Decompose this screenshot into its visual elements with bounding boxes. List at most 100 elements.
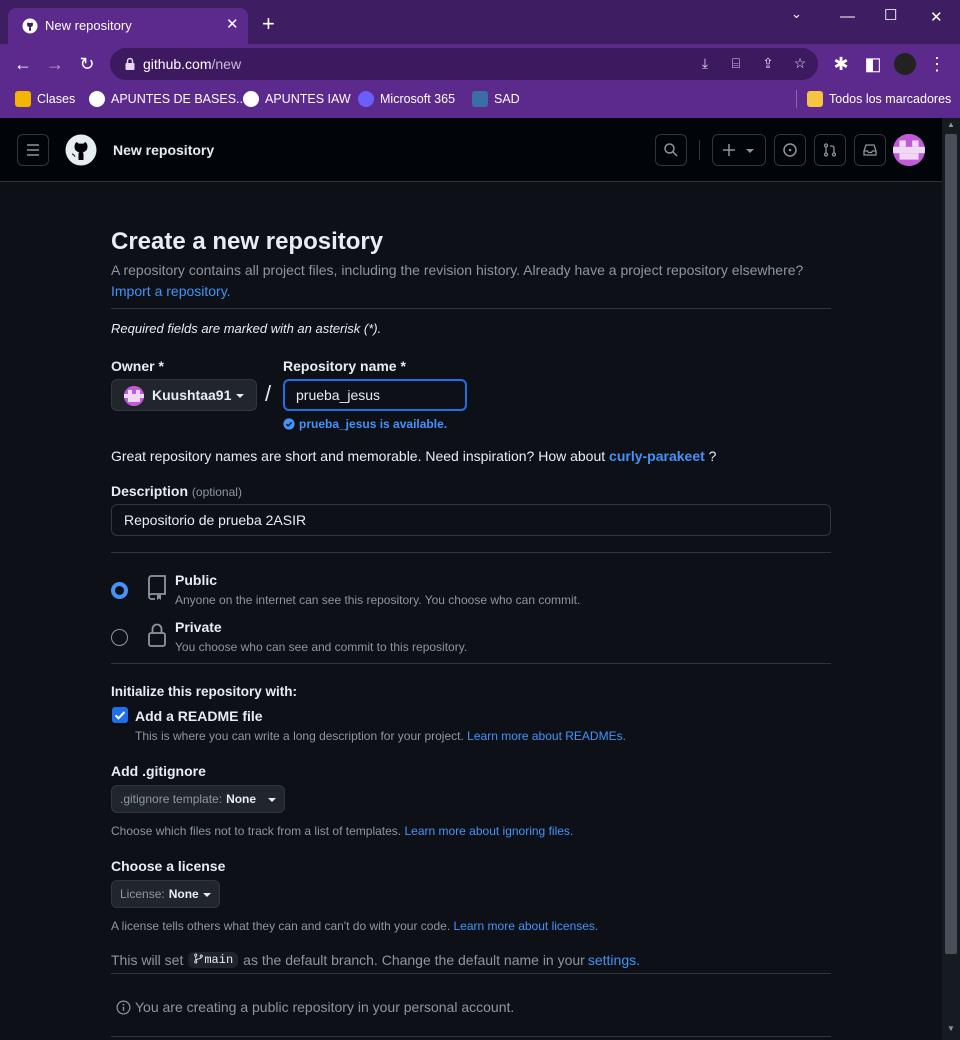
page-subtitle: A repository contains all project files,… [111, 262, 804, 278]
gitignore-learn-more-link[interactable]: Learn more about ignoring files. [404, 824, 573, 838]
gitignore-description: Choose which files not to track from a l… [111, 824, 574, 838]
menu-icon[interactable]: ⋮ [926, 53, 948, 75]
initialize-label: Initialize this repository with: [111, 684, 298, 699]
scroll-up-icon[interactable]: ▲ [946, 120, 956, 129]
bookmarks-divider [796, 90, 797, 108]
side-panel-icon[interactable]: ◧ [862, 53, 884, 75]
inbox-button[interactable] [854, 134, 886, 166]
suggestion-link[interactable]: curly-parakeet [609, 448, 705, 464]
check-circle-icon [283, 418, 295, 430]
gitignore-label: Add .gitignore [111, 763, 206, 779]
public-radio[interactable] [111, 582, 128, 599]
public-description: Anyone on the internet can see this repo… [175, 593, 581, 607]
github-icon [22, 18, 38, 34]
divider [111, 552, 831, 553]
availability-message: prueba_jesus is available. [283, 417, 447, 431]
name-suggestion: Great repository names are short and mem… [111, 448, 717, 464]
info-icon [116, 1000, 131, 1014]
description-input[interactable] [111, 504, 831, 536]
bookmark-sad[interactable]: SAD [472, 91, 520, 107]
share-icon[interactable]: ⇪ [759, 55, 777, 73]
user-avatar[interactable] [893, 134, 925, 166]
close-window-button[interactable]: ✕ [930, 8, 943, 26]
tab-title: New repository [45, 18, 132, 33]
microsoft-365-icon [358, 91, 374, 107]
readme-checkbox[interactable] [112, 707, 128, 723]
bookmark-apuntes-iaw[interactable]: APUNTES IAW [243, 91, 351, 107]
chevron-down-icon [236, 394, 244, 398]
license-description: A license tells others what they can and… [111, 919, 599, 933]
pull-request-icon [823, 143, 837, 157]
header-title: New repository [113, 142, 215, 158]
folder-icon [807, 91, 823, 107]
repo-icon [148, 575, 166, 600]
close-tab-icon[interactable]: ✕ [226, 15, 239, 33]
tab-new-repository[interactable]: New repository ✕ [8, 8, 248, 44]
license-label: Choose a license [111, 858, 226, 874]
default-branch-note: This will set main as the default branch… [111, 952, 640, 968]
description-label: Description (optional) [111, 483, 242, 499]
minimize-button[interactable]: — [840, 8, 855, 25]
page-title: Create a new repository [111, 228, 384, 255]
scrollbar-thumb[interactable] [945, 134, 957, 954]
star-icon[interactable]: ☆ [791, 55, 809, 73]
extensions-icon[interactable]: ✱ [830, 53, 852, 75]
lock-icon [125, 57, 135, 70]
owner-name: Kuushtaa91 [152, 387, 232, 403]
header-divider [699, 140, 700, 160]
identicon-icon [893, 134, 925, 166]
private-radio[interactable] [111, 629, 128, 646]
import-repository-link[interactable]: Import a repository. [111, 283, 231, 299]
forward-button[interactable]: → [44, 53, 66, 75]
bookmark-clases[interactable]: Clases [15, 91, 75, 107]
all-bookmarks[interactable]: Todos los marcadores [807, 91, 951, 107]
branch-chip: main [188, 952, 239, 968]
gitignore-template-select[interactable]: .gitignore template: None [111, 785, 285, 813]
license-select[interactable]: License: None [111, 880, 220, 908]
repository-name-input[interactable] [283, 379, 467, 411]
private-title: Private [175, 619, 222, 635]
info-note: You are creating a public repository in … [116, 999, 514, 1015]
owner-avatar [124, 386, 144, 406]
scroll-down-icon[interactable]: ▼ [946, 1024, 956, 1033]
back-button[interactable]: ← [12, 53, 34, 75]
plus-icon [723, 144, 735, 156]
profile-avatar[interactable] [894, 53, 916, 75]
create-new-button[interactable] [712, 134, 766, 166]
readme-description: This is where you can write a long descr… [135, 729, 626, 743]
scrollbar[interactable]: ▲ ▼ [942, 118, 960, 1040]
issues-button[interactable] [774, 134, 806, 166]
private-description: You choose who can see and commit to thi… [175, 640, 468, 654]
github-header: New repository [0, 118, 942, 182]
github-logo-icon[interactable] [65, 134, 97, 166]
reload-button[interactable]: ↻ [76, 53, 98, 75]
git-branch-icon [194, 953, 204, 964]
browser-chrome: New repository ✕ + ⌄ — ☐ ✕ ← → ↻ github.… [0, 0, 960, 118]
bookmark-microsoft-365[interactable]: Microsoft 365 [358, 91, 455, 107]
hamburger-menu-button[interactable] [17, 134, 49, 166]
owner-dropdown[interactable]: Kuushtaa91 [111, 379, 257, 411]
url-text: github.com/new [143, 56, 242, 72]
readme-label[interactable]: Add a README file [135, 708, 263, 724]
tab-search-icon[interactable]: ⌄ [791, 6, 802, 22]
identicon-icon [124, 386, 144, 406]
settings-link[interactable]: settings [588, 952, 636, 968]
translate-icon[interactable]: ⌸ [727, 55, 745, 73]
issue-icon [783, 143, 797, 157]
address-bar[interactable]: github.com/new ⤓ ⌸ ⇪ ☆ [110, 48, 818, 80]
maximize-button[interactable]: ☐ [884, 6, 897, 24]
search-button[interactable] [655, 134, 687, 166]
globe-icon [89, 91, 105, 107]
divider [111, 308, 831, 309]
bookmark-clases-icon [15, 91, 31, 107]
pull-requests-button[interactable] [814, 134, 846, 166]
new-tab-button[interactable]: + [262, 13, 275, 35]
install-icon[interactable]: ⤓ [696, 55, 714, 73]
tab-strip: New repository ✕ + ⌄ — ☐ ✕ [0, 0, 960, 44]
bookmark-apuntes-bases[interactable]: APUNTES DE BASES... [89, 91, 246, 107]
slash-separator: / [265, 381, 272, 406]
readme-learn-more-link[interactable]: Learn more about READMEs. [467, 729, 626, 743]
license-learn-more-link[interactable]: Learn more about licenses. [454, 919, 599, 933]
divider [111, 663, 831, 664]
check-icon [114, 711, 126, 720]
